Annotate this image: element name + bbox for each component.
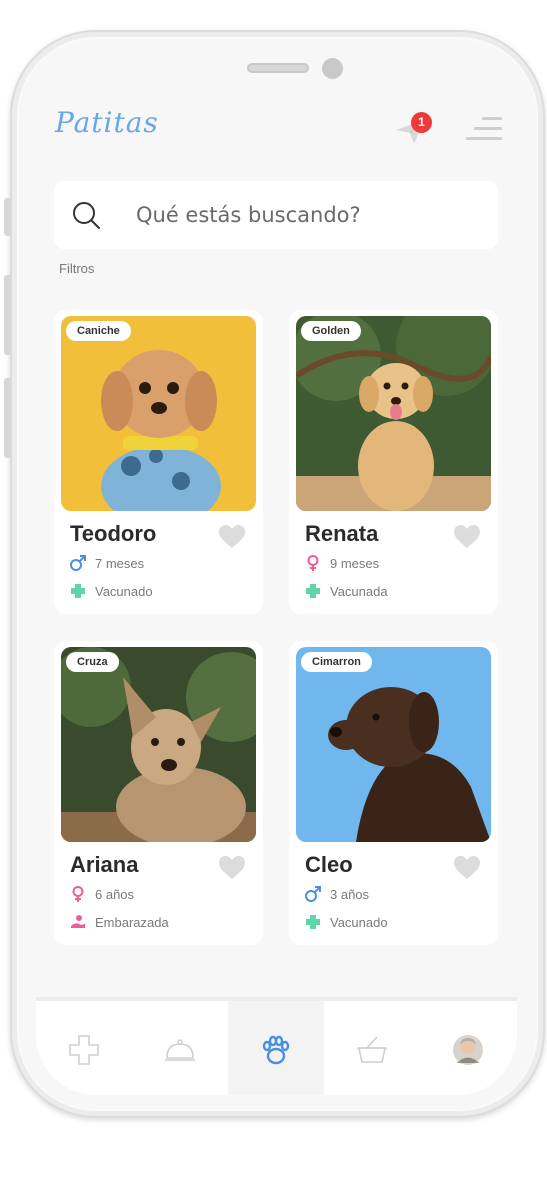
pet-status: Embarazada: [95, 914, 169, 930]
cross-icon: [306, 584, 320, 598]
pet-photo: [296, 316, 491, 511]
pet-card[interactable]: Caniche Teodoro 7 meses Vacunado: [54, 310, 263, 614]
pet-status: Vacunada: [330, 583, 388, 599]
profile-avatar: [453, 1035, 483, 1065]
food-bell-icon: [165, 1039, 195, 1061]
phone-side-button: [4, 198, 10, 236]
search-bar: [54, 181, 498, 249]
breed-tag: Cruza: [66, 652, 119, 672]
pet-name: Teodoro: [70, 521, 157, 546]
pet-card[interactable]: Cimarron Cleo 3 años Vacunado: [289, 641, 498, 945]
menu-icon[interactable]: [466, 117, 502, 141]
heart-icon[interactable]: [219, 856, 245, 880]
pet-photo: [61, 647, 256, 842]
phone-side-button: [4, 275, 10, 355]
status-row: Vacunado: [305, 914, 388, 930]
pet-status: Vacunado: [330, 914, 388, 930]
pet-status: Vacunado: [95, 583, 153, 599]
cross-icon: [71, 584, 85, 598]
pet-card[interactable]: Cruza Ariana 6 años Embarazada: [54, 641, 263, 945]
age-row: 7 meses: [70, 555, 144, 571]
pet-name: Ariana: [70, 852, 139, 877]
breed-tag: Cimarron: [301, 652, 372, 672]
cross-icon: [306, 915, 320, 929]
male-icon: [305, 886, 321, 902]
pet-age: 9 meses: [330, 555, 380, 571]
tab-profile[interactable]: [420, 1001, 516, 1095]
tab-pets[interactable]: [228, 1001, 324, 1095]
filters-link[interactable]: Filtros: [59, 261, 94, 276]
search-input[interactable]: [136, 195, 476, 235]
breed-tag: Golden: [301, 321, 361, 341]
tab-food[interactable]: [132, 1001, 228, 1095]
heart-icon[interactable]: [454, 525, 480, 549]
tab-shop[interactable]: [324, 1001, 420, 1095]
age-row: 6 años: [70, 886, 134, 902]
breed-tag: Caniche: [66, 321, 131, 341]
heart-icon[interactable]: [454, 856, 480, 880]
bottom-tab-bar: [36, 997, 517, 1095]
pet-age: 6 años: [95, 886, 135, 902]
pet-name: Cleo: [305, 852, 353, 877]
notification-badge: 1: [411, 112, 432, 133]
female-icon: [72, 886, 84, 902]
status-row: Vacunada: [305, 583, 388, 599]
pet-photo: [296, 647, 491, 842]
heart-icon[interactable]: [219, 525, 245, 549]
age-row: 9 meses: [305, 555, 379, 571]
phone-camera: [322, 58, 343, 79]
paw-icon: [262, 1035, 290, 1065]
pet-photo: [61, 316, 256, 511]
health-cross-icon: [69, 1035, 99, 1065]
status-row: Embarazada: [70, 914, 169, 930]
tab-health[interactable]: [36, 1001, 132, 1095]
pet-age: 3 años: [330, 886, 370, 902]
pet-name: Renata: [305, 521, 379, 546]
phone-speaker: [247, 63, 309, 73]
female-icon: [307, 555, 319, 571]
pet-card[interactable]: Golden Renata 9 meses Vacunada: [289, 310, 498, 614]
basket-icon: [357, 1036, 387, 1063]
pregnant-icon: [71, 915, 85, 928]
status-row: Vacunado: [70, 583, 153, 599]
age-row: 3 años: [305, 886, 369, 902]
pet-age: 7 meses: [95, 555, 145, 571]
phone-side-button: [4, 378, 10, 458]
search-icon[interactable]: [72, 201, 100, 229]
app-brand: Patitas: [55, 106, 159, 139]
male-icon: [70, 555, 86, 571]
